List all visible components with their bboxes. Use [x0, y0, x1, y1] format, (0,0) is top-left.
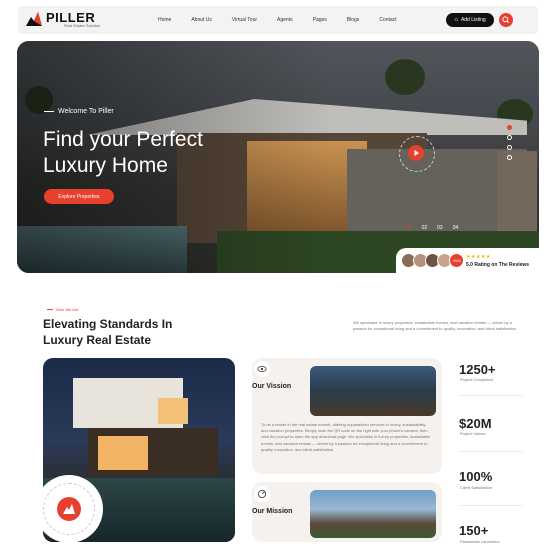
- stat-label-values: Project Values: [460, 431, 486, 436]
- hero-title: Find your Perfect Luxury Home: [43, 128, 203, 177]
- slider-dot-4[interactable]: [507, 155, 512, 160]
- vision-text: To be a leader in the real estate market…: [261, 422, 431, 452]
- brand-tagline: Real Estate Solution: [64, 23, 101, 28]
- add-listing-label: Add Listing: [460, 17, 486, 23]
- slide-number-4[interactable]: 04: [453, 225, 459, 231]
- hero-eyebrow: Welcome To Piller: [44, 108, 114, 115]
- rating-stars: ★★★★★: [466, 254, 491, 260]
- nav-links: Home About Us Virtual Tour Agents Pages …: [158, 17, 417, 23]
- nav-link-agents[interactable]: Agents: [277, 17, 293, 23]
- about-description: We specialize in luxury properties, sust…: [353, 320, 518, 331]
- avatar-count-badge: +50k: [449, 253, 464, 268]
- stat-value-satisfaction: 100%: [459, 469, 493, 484]
- rating-text: 5.0 Rating on The Reviews: [466, 262, 530, 268]
- nav-link-virtual-tour[interactable]: Virtual Tour: [232, 17, 257, 23]
- slider-dot-2[interactable]: [507, 135, 512, 140]
- logo-icon[interactable]: [26, 12, 42, 26]
- slide-number-3[interactable]: 03: [437, 225, 443, 231]
- stat-label-launchers: Passionate Launchers: [460, 539, 500, 544]
- stat-value-launchers: 150+: [459, 523, 489, 538]
- divider: [459, 505, 523, 506]
- search-icon: [502, 16, 510, 24]
- add-listing-button[interactable]: ⌂ Add Listing: [446, 13, 494, 27]
- stat-value-projects: 1250+: [459, 362, 496, 377]
- stat-value-values: $20M: [459, 416, 492, 431]
- about-title: Elevating Standards In Luxury Real Estat…: [43, 317, 173, 347]
- vision-title: Our Vission: [252, 383, 292, 390]
- slider-dots: [507, 125, 512, 165]
- nav-link-pages[interactable]: Pages: [313, 17, 327, 23]
- divider: [459, 451, 523, 452]
- nav-link-about[interactable]: About Us: [191, 17, 212, 23]
- play-button[interactable]: [408, 145, 424, 161]
- eye-icon: [254, 361, 270, 377]
- slider-dot-3[interactable]: [507, 145, 512, 150]
- target-icon: [254, 486, 270, 502]
- about-eyebrow: Who We Are: [47, 307, 78, 312]
- nav-link-contact[interactable]: Contact: [379, 17, 396, 23]
- play-icon: [414, 150, 419, 156]
- home-plus-icon: ⌂: [454, 17, 458, 23]
- nav-link-home[interactable]: Home: [158, 17, 171, 23]
- reviewer-avatars: +50k: [401, 253, 464, 268]
- explore-properties-button[interactable]: Explore Properties: [44, 189, 114, 204]
- vision-house-image: [310, 366, 436, 416]
- search-button[interactable]: [499, 13, 513, 27]
- stat-label-projects: Project Completed: [460, 377, 493, 382]
- stat-label-satisfaction: Client Satisfaction: [460, 485, 493, 490]
- mission-title: Our Mission: [252, 508, 293, 515]
- mission-house-image: [310, 490, 436, 538]
- nav-link-blogs[interactable]: Blogs: [347, 17, 360, 23]
- slider-dot-1[interactable]: [507, 125, 512, 130]
- slide-number-1[interactable]: 01: [406, 225, 412, 231]
- divider: [459, 395, 523, 396]
- slide-number-2[interactable]: 02: [422, 225, 428, 231]
- seal-logo-icon: [57, 497, 81, 521]
- slide-numbers: 01 02 03 04: [406, 225, 458, 231]
